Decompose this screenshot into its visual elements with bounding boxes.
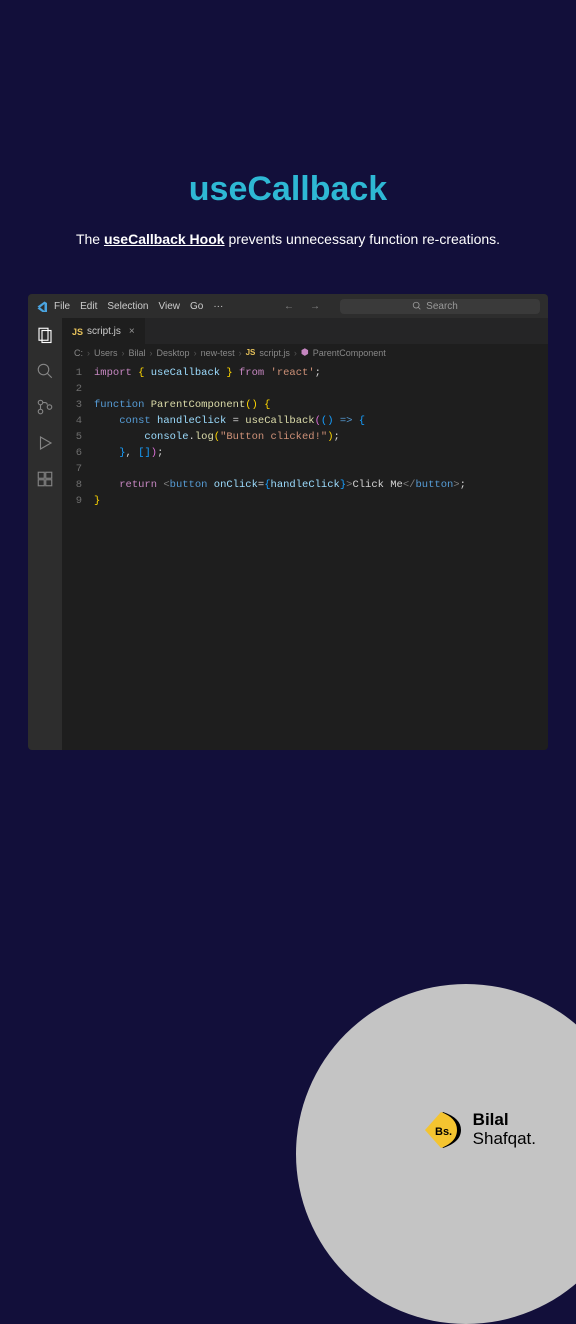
activity-bar: [28, 318, 62, 750]
line-number: 5: [62, 429, 82, 445]
breadcrumb-part: Desktop: [157, 348, 190, 358]
subtitle-prefix: The: [76, 231, 104, 247]
footer-background: [296, 984, 576, 1324]
tab-bar: JS script.js ×: [62, 318, 548, 344]
chevron-right-icon: ›: [239, 348, 242, 358]
attr: onClick: [214, 479, 258, 491]
menu-selection[interactable]: Selection: [107, 301, 148, 312]
string: 'react': [271, 367, 315, 379]
identifier: handleClick: [157, 415, 226, 427]
close-tab-icon[interactable]: ×: [129, 326, 135, 337]
source-control-icon[interactable]: [36, 398, 54, 416]
menu-bar: File Edit Selection View Go ··· ← → Sear…: [28, 294, 548, 318]
menu-file[interactable]: File: [54, 301, 70, 312]
symbol-icon: ⬢: [301, 347, 309, 358]
line-gutter: 1 2 3 4 5 6 7 8 9: [62, 361, 90, 750]
chevron-right-icon: ›: [150, 348, 153, 358]
svg-text:Bs.: Bs.: [435, 1126, 452, 1138]
kw: return: [119, 479, 157, 491]
author-badge: Bs. Bilal Shafqat.: [421, 1108, 536, 1152]
search-panel-icon[interactable]: [36, 362, 54, 380]
breadcrumb-part: new-test: [201, 348, 235, 358]
breadcrumb-part: script.js: [259, 348, 290, 358]
author-surname: Shafqat.: [473, 1130, 536, 1149]
tagname: button: [415, 479, 453, 491]
line-number: 6: [62, 445, 82, 461]
call: useCallback: [245, 415, 314, 427]
chevron-right-icon: ›: [87, 348, 90, 358]
code-area[interactable]: 1 2 3 4 5 6 7 8 9 import { useCallback }…: [62, 361, 548, 750]
kw: import: [94, 367, 132, 379]
search-input[interactable]: Search: [340, 299, 540, 314]
nav-forward-icon[interactable]: →: [310, 301, 320, 312]
menu-view[interactable]: View: [159, 301, 181, 312]
line-number: 3: [62, 397, 82, 413]
breadcrumb-part: Users: [94, 348, 118, 358]
line-number: 1: [62, 365, 82, 381]
arrow: =>: [340, 415, 353, 427]
subtitle-highlight: useCallback Hook: [104, 231, 225, 247]
extensions-icon[interactable]: [36, 470, 54, 488]
subtitle-suffix: prevents unnecessary function re-creatio…: [225, 231, 500, 247]
js-file-icon: JS: [72, 327, 83, 337]
page-title: useCallback: [0, 170, 576, 209]
run-debug-icon[interactable]: [36, 434, 54, 452]
author-logo-icon: Bs.: [421, 1108, 465, 1152]
tab-scriptjs[interactable]: JS script.js ×: [62, 318, 145, 344]
menu-more[interactable]: ···: [213, 301, 223, 312]
identifier: console: [144, 431, 188, 443]
identifier: useCallback: [151, 367, 220, 379]
line-number: 2: [62, 381, 82, 397]
search-placeholder: Search: [426, 301, 458, 312]
call: log: [195, 431, 214, 443]
chevron-right-icon: ›: [194, 348, 197, 358]
menu-edit[interactable]: Edit: [80, 301, 97, 312]
vscode-icon: [36, 300, 48, 312]
explorer-icon[interactable]: [36, 326, 54, 344]
line-number: 8: [62, 477, 82, 493]
fn-name: ParentComponent: [151, 399, 246, 411]
line-number: 9: [62, 493, 82, 509]
js-file-icon: JS: [246, 348, 256, 357]
jsx-text: Click Me: [352, 479, 402, 491]
code-editor-window: File Edit Selection View Go ··· ← → Sear…: [28, 294, 548, 750]
author-firstname: Bilal: [473, 1111, 536, 1130]
code-content[interactable]: import { useCallback } from 'react'; fun…: [90, 361, 548, 750]
chevron-right-icon: ›: [122, 348, 125, 358]
kw: from: [239, 367, 264, 379]
breadcrumb[interactable]: C:› Users› Bilal› Desktop› new-test› JS …: [62, 344, 548, 361]
breadcrumb-part: C:: [74, 348, 83, 358]
tagname: button: [170, 479, 208, 491]
chevron-right-icon: ›: [294, 348, 297, 358]
line-number: 4: [62, 413, 82, 429]
search-icon: [412, 301, 422, 311]
breadcrumb-part: ParentComponent: [313, 348, 386, 358]
string: "Button clicked!": [220, 431, 327, 443]
identifier: handleClick: [271, 479, 340, 491]
page-subtitle: The useCallback Hook prevents unnecessar…: [0, 229, 576, 250]
line-number: 7: [62, 461, 82, 477]
kw: function: [94, 399, 144, 411]
tab-filename: script.js: [87, 326, 121, 337]
kw: const: [119, 415, 151, 427]
nav-back-icon[interactable]: ←: [284, 301, 294, 312]
menu-go[interactable]: Go: [190, 301, 203, 312]
breadcrumb-part: Bilal: [129, 348, 146, 358]
